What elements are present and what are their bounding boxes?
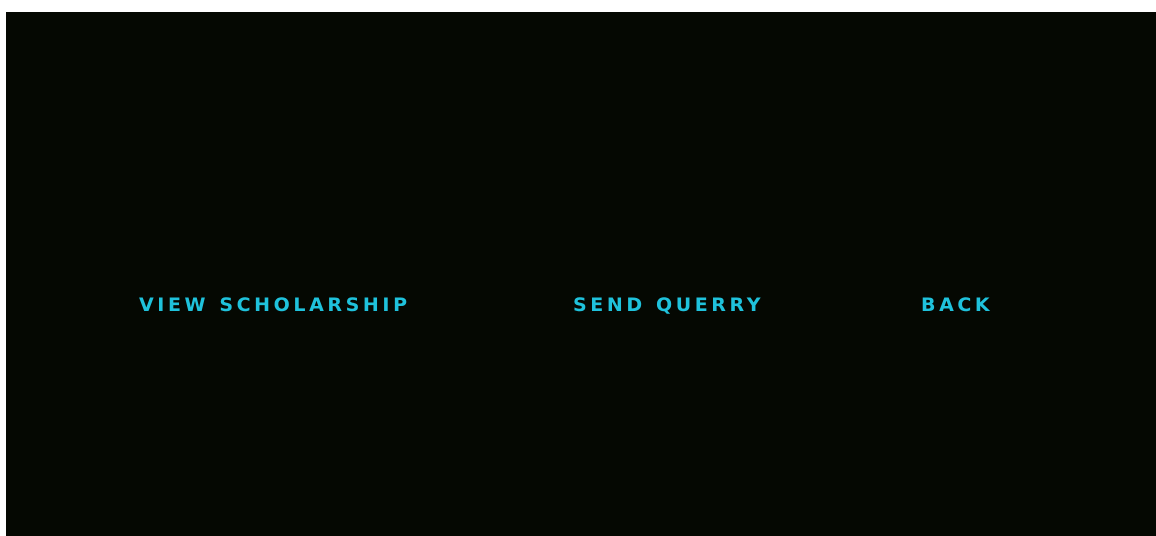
send-querry-link[interactable]: SEND QUERRY xyxy=(573,293,764,317)
back-link[interactable]: BACK xyxy=(921,293,993,317)
view-scholarship-link[interactable]: VIEW SCHOLARSHIP xyxy=(139,293,411,317)
page: VIEW SCHOLARSHIP SEND QUERRY BACK xyxy=(0,0,1156,536)
menu-panel: VIEW SCHOLARSHIP SEND QUERRY BACK xyxy=(6,12,1156,536)
